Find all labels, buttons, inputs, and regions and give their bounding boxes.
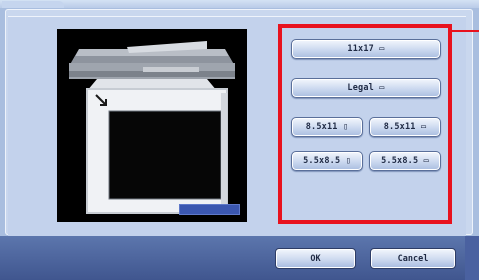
cancel-button[interactable]: Cancel [370, 248, 456, 269]
action-bar-edge [465, 236, 479, 280]
callout-line [452, 30, 479, 32]
status-indicator [179, 204, 240, 215]
paper-size-8-5x11-landscape-button[interactable]: 8.5x11 ▭ [369, 117, 441, 137]
paper-size-5-5x8-5-portrait-button[interactable]: 5.5x8.5 ▯ [291, 151, 363, 171]
paper-size-8-5x11-portrait-button[interactable]: 8.5x11 ▯ [291, 117, 363, 137]
machine-preview [57, 29, 247, 222]
top-tab-notch [2, 1, 64, 8]
arrow-down-right-icon [95, 94, 107, 106]
paper-size-5-5x8-5-landscape-button[interactable]: 5.5x8.5 ▭ [369, 151, 441, 171]
ok-button[interactable]: OK [275, 248, 356, 269]
top-strip [0, 0, 479, 8]
paper-size-legal-button[interactable]: Legal ▭ [291, 78, 441, 98]
paper-size-11x17-button[interactable]: 11x17 ▭ [291, 39, 441, 59]
printer-icon [69, 41, 235, 214]
